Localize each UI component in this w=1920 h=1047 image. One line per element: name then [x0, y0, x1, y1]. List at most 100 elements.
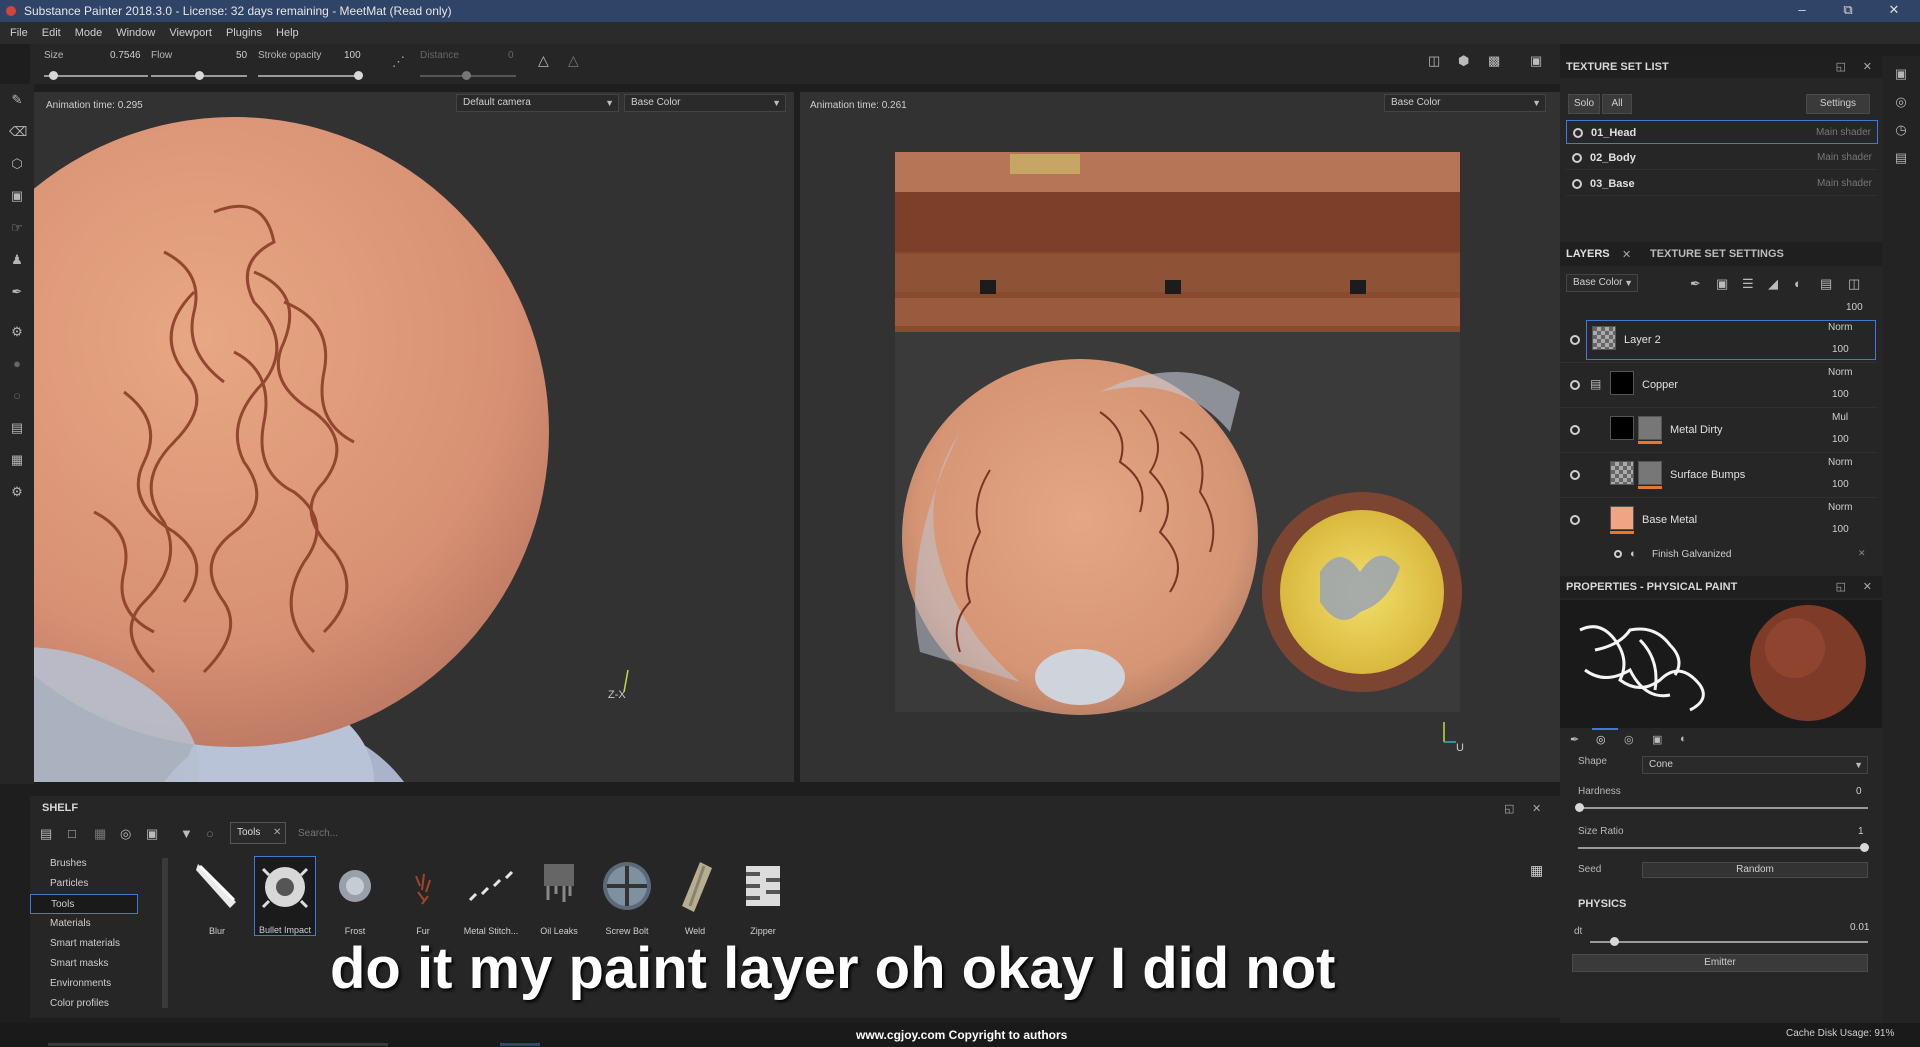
category-environments[interactable]: Environments [30, 974, 138, 994]
layer-row[interactable]: Base Metal Norm 100 [1560, 498, 1878, 543]
dt-value[interactable]: 0.01 [1850, 922, 1869, 933]
all-button[interactable]: All [1602, 94, 1632, 114]
category-particles[interactable]: Particles [30, 874, 138, 894]
grid-view-icon[interactable]: ▦ [1530, 862, 1543, 879]
projection-icon[interactable]: ⬡ [9, 156, 25, 172]
paint-brush-icon[interactable]: ✎ [9, 92, 25, 108]
blend-mode[interactable]: Mul [1832, 412, 1848, 423]
visibility-icon[interactable] [1573, 128, 1583, 139]
menu-viewport[interactable]: Viewport [169, 27, 212, 39]
viewport-3d[interactable]: Animation time: 0.295 Default camera ▼ Ba… [34, 92, 794, 782]
visibility-icon[interactable] [1572, 179, 1582, 190]
texture-set-row[interactable]: 03_Base Main shader [1566, 172, 1878, 196]
mesh-preview[interactable]: Z-X [34, 92, 794, 782]
menu-help[interactable]: Help [276, 27, 299, 39]
stroke-opacity-value[interactable]: 100 [344, 50, 361, 61]
shelf-item[interactable]: Bullet Impact [254, 856, 316, 936]
blend-mode[interactable]: Norm [1828, 457, 1852, 468]
layer-channel-dropdown[interactable]: Base Color ▼ [1566, 274, 1638, 292]
blend-mode[interactable]: Norm [1828, 502, 1852, 513]
size-value[interactable]: 0.7546 [110, 50, 141, 61]
shelf-search-input[interactable] [292, 822, 1542, 844]
lock-icon[interactable]: ● [9, 356, 25, 372]
category-tools[interactable]: Tools [30, 894, 138, 914]
add-layer-icon[interactable]: ☰ [1742, 276, 1754, 292]
display-dock-icon[interactable]: ◎ [1893, 94, 1909, 110]
shelf-item[interactable]: Blur [186, 856, 248, 936]
hardness-slider[interactable] [1575, 803, 1868, 812]
symmetry-icon[interactable]: △ [538, 52, 549, 69]
size-slider[interactable] [44, 71, 148, 80]
eraser-icon[interactable]: ⌫ [9, 124, 27, 140]
size-ratio-slider[interactable] [1578, 843, 1869, 852]
undock-icon[interactable]: ◱ [1504, 802, 1514, 815]
visibility-icon[interactable] [1570, 470, 1580, 480]
symmetry-options-icon[interactable]: △ [568, 52, 579, 69]
add-effect-icon[interactable]: ✒ [1690, 276, 1701, 292]
add-folder-icon[interactable]: ▤ [1820, 276, 1832, 292]
close-tab-icon[interactable]: ✕ [273, 827, 281, 838]
layer-opacity[interactable]: 100 [1832, 434, 1849, 445]
effect-row[interactable]: ◐ Finish Galvanized ✕ [1560, 544, 1878, 566]
shape-dropdown[interactable]: Cone ▼ [1642, 756, 1868, 774]
log-dock-icon[interactable]: ▤ [1893, 150, 1909, 166]
minimize-button[interactable]: – [1782, 0, 1822, 22]
settings-icon[interactable]: ⚙ [9, 484, 25, 500]
layer-opacity[interactable]: 100 [1832, 344, 1849, 355]
viewport-2d[interactable]: Animation time: 0.261 Base Color ▼ U [800, 92, 1560, 782]
layer-opacity[interactable]: 100 [1832, 479, 1849, 490]
undock-icon[interactable]: ◱ [1836, 576, 1846, 598]
visibility-icon[interactable] [1570, 425, 1580, 435]
save-icon[interactable]: ▦ [94, 826, 106, 842]
layer-opacity[interactable]: 100 [1832, 524, 1849, 535]
bake-icon[interactable]: ⚙ [9, 324, 25, 340]
stroke-opacity-slider[interactable] [258, 71, 363, 80]
close-layers-tab-icon[interactable]: ✕ [1622, 248, 1631, 261]
shader-dropdown[interactable]: Main shader [1817, 172, 1872, 196]
import-icon[interactable]: ▣ [146, 826, 158, 842]
shelf-item[interactable]: Screw Bolt [596, 856, 658, 936]
shelf-item[interactable]: Zipper [732, 856, 794, 936]
texture-set-row[interactable]: 02_Body Main shader [1566, 146, 1878, 170]
close-window-button[interactable]: ✕ [1874, 0, 1914, 22]
new-preset-icon[interactable]: □ [68, 826, 76, 841]
tab-layers[interactable]: LAYERS [1566, 248, 1610, 260]
folder-icon[interactable]: ▤ [40, 826, 52, 842]
visibility-icon[interactable] [1570, 380, 1580, 390]
camera-icon[interactable]: ▩ [1488, 53, 1500, 69]
shader-dropdown[interactable]: Main shader [1817, 146, 1872, 170]
close-panel-icon[interactable]: ✕ [1863, 576, 1872, 598]
layer-opacity[interactable]: 100 [1832, 389, 1849, 400]
settings-button[interactable]: Settings [1806, 94, 1870, 114]
layer-row[interactable]: Surface Bumps Norm 100 [1560, 453, 1878, 498]
menu-mode[interactable]: Mode [75, 27, 103, 39]
brush-tab-icon[interactable]: ✒ [1570, 733, 1579, 746]
menu-window[interactable]: Window [116, 27, 155, 39]
category-scrollbar[interactable] [162, 858, 168, 1008]
visibility-icon[interactable] [1572, 153, 1582, 164]
refresh-icon[interactable]: ○ [206, 826, 214, 841]
category-materials[interactable]: Materials [30, 914, 138, 934]
blend-mode[interactable]: Norm [1828, 322, 1852, 333]
texture-set-row[interactable]: 01_Head Main shader [1566, 120, 1878, 144]
visibility-icon[interactable] [1570, 515, 1580, 525]
layer-row[interactable]: ▤ Copper Norm 100 [1560, 363, 1878, 408]
polygon-fill-icon[interactable]: ▣ [9, 188, 25, 204]
share-icon[interactable]: ○ [9, 388, 25, 404]
delete-layer-icon[interactable]: ◫ [1848, 276, 1860, 292]
tab-texture-set-settings[interactable]: TEXTURE SET SETTINGS [1650, 248, 1784, 260]
flow-slider[interactable] [151, 71, 247, 80]
hardness-value[interactable]: 0 [1856, 786, 1862, 797]
smudge-icon[interactable]: ☞ [9, 220, 25, 236]
texture-set-dock-icon[interactable]: ▣ [1893, 66, 1909, 82]
flow-value[interactable]: 50 [236, 50, 247, 61]
add-layer-mask-icon[interactable]: ◐ [1794, 276, 1802, 291]
display-settings-icon[interactable]: ⬢ [1458, 53, 1469, 69]
undock-icon[interactable]: ◱ [1836, 56, 1846, 78]
shader-dropdown[interactable]: Main shader [1816, 121, 1871, 145]
layer-row[interactable]: Layer 2 Norm 100 [1560, 318, 1878, 363]
stencil-tab-icon[interactable]: ◎ [1624, 733, 1634, 746]
export-icon[interactable]: ▦ [9, 452, 25, 468]
shelf-item[interactable]: Oil Leaks [528, 856, 590, 936]
category-smart-masks[interactable]: Smart masks [30, 954, 138, 974]
